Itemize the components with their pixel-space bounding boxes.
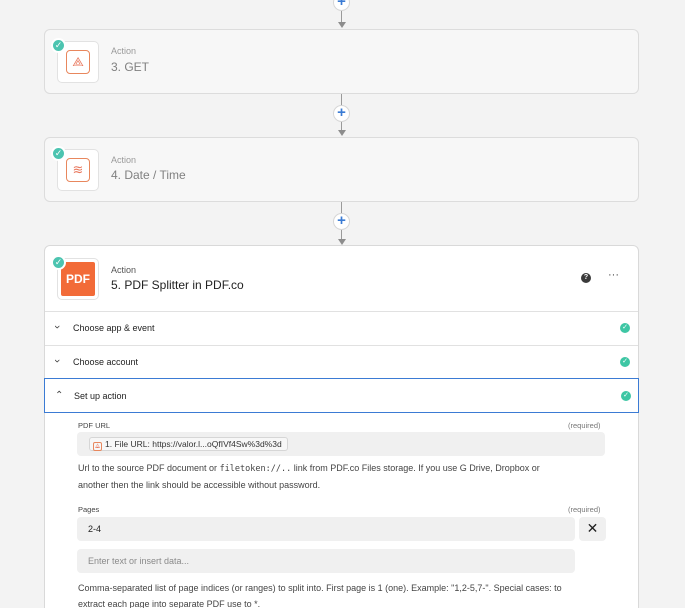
section-label: Choose account — [73, 357, 139, 367]
required-label: (required) — [568, 505, 601, 514]
help-text-part: Comma-separated list of page indices (or… — [78, 583, 562, 593]
section-set-up-action[interactable]: ⌃ Set up action ✓ — [44, 378, 639, 413]
required-label: (required) — [568, 421, 601, 430]
check-icon: ✓ — [51, 146, 66, 161]
step-title: 4. Date / Time — [111, 168, 186, 182]
pages-value-field[interactable] — [77, 517, 575, 541]
check-circle-icon: ✓ — [620, 357, 630, 367]
pill-text: 1. File URL: https://valor.l...oQfIVf4Sw… — [105, 439, 282, 449]
help-text-part: Url to the source PDF document or — [78, 463, 220, 473]
help-icon[interactable]: ? — [581, 273, 591, 283]
check-icon: ✓ — [51, 38, 66, 53]
step-card-pdf-splitter: PDF ✓ Action 5. PDF Splitter in PDF.co ?… — [44, 245, 639, 608]
add-step-button[interactable]: + — [333, 0, 350, 11]
pdf-url-help: Url to the source PDF document or fileto… — [78, 460, 618, 493]
step-title: 3. GET — [111, 60, 150, 74]
arrow-head-icon — [338, 130, 346, 136]
arrow-head-icon — [338, 22, 346, 28]
clear-button[interactable]: ✕ — [579, 517, 606, 541]
mapped-field-pill[interactable]: ⟁ 1. File URL: https://valor.l...oQfIVf4S… — [89, 437, 288, 451]
pages-value: 2-4 — [88, 524, 102, 534]
help-text-part: another then the link should be accessib… — [78, 480, 321, 490]
chevron-down-icon: › — [50, 325, 63, 329]
step-eyebrow: Action — [111, 155, 137, 165]
section-label: Choose app & event — [73, 323, 155, 333]
check-circle-icon: ✓ — [620, 323, 630, 333]
more-options-icon[interactable]: ··· — [608, 269, 619, 281]
chevron-up-icon: ⌃ — [55, 390, 64, 401]
pdf-url-label: PDF URL — [78, 421, 111, 430]
add-step-button[interactable]: + — [333, 105, 350, 122]
pages-help: Comma-separated list of page indices (or… — [78, 580, 638, 608]
add-step-button[interactable]: + — [333, 213, 350, 230]
step-card-get[interactable]: ⟁ ✓ Action 3. GET — [44, 29, 639, 94]
step-eyebrow: Action — [111, 265, 137, 275]
pages-input-placeholder: Enter text or insert data... — [88, 556, 190, 566]
help-text-part: extract each page into separate PDF use … — [78, 599, 261, 608]
chevron-down-icon: › — [50, 359, 63, 363]
check-circle-icon: ✓ — [621, 391, 631, 401]
step-eyebrow: Action — [111, 46, 137, 56]
webhook-icon: ⟁ — [66, 50, 90, 74]
help-code: filetoken://.. — [219, 464, 292, 474]
section-choose-account[interactable]: › Choose account ✓ — [45, 345, 638, 378]
pdf-icon: PDF — [61, 262, 95, 296]
webhook-icon: ⟁ — [93, 442, 102, 451]
section-choose-app-event[interactable]: › Choose app & event ✓ — [45, 311, 638, 344]
step-card-date-time[interactable]: ≋ ✓ Action 4. Date / Time — [44, 137, 639, 202]
check-icon: ✓ — [51, 255, 66, 270]
step-title: 5. PDF Splitter in PDF.co — [111, 278, 244, 292]
help-text-part: link from PDF.co Files storage. If you u… — [291, 463, 540, 473]
section-label: Set up action — [74, 391, 127, 401]
pages-label: Pages — [78, 505, 100, 514]
pdf-url-field[interactable]: ⟁ 1. File URL: https://valor.l...oQfIVf4S… — [77, 432, 605, 456]
formatter-icon: ≋ — [66, 158, 90, 182]
